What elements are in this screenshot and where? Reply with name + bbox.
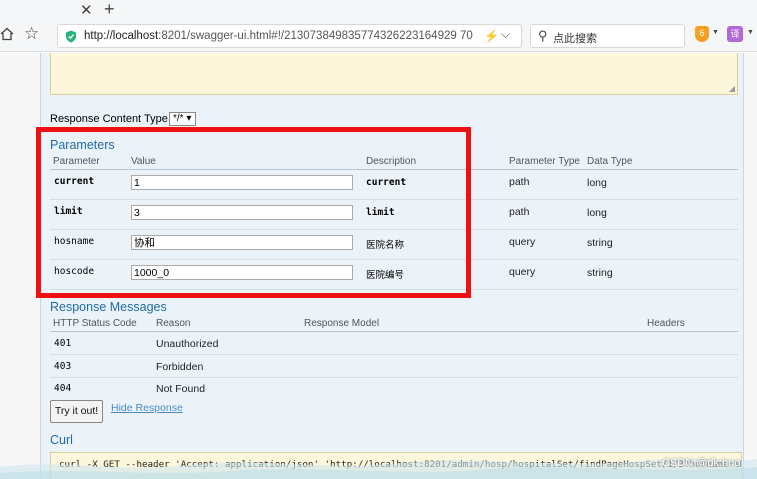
url-text: http://localhost:8201/swagger-ui.html#!/… [84,30,473,42]
divider [50,377,738,378]
url-path: :8201/swagger-ui.html#!/2130738498357743… [158,30,473,42]
divider [50,331,738,332]
chevron-down-icon[interactable]: ▼ [712,29,719,36]
close-tab-icon[interactable]: ✕ [80,1,93,19]
status-code: 401 [54,338,72,349]
param-data-type: string [587,267,613,279]
col-header-response-model: Response Model [304,318,380,329]
col-header-data-type: Data Type [587,156,633,167]
param-type: query [509,266,536,278]
response-messages-title: Response Messages [50,300,167,314]
search-icon: ⚲ [538,28,548,43]
translate-extension-icon[interactable]: 译 [727,26,743,42]
response-content-type-select[interactable]: */* ▾ [169,112,196,126]
col-header-reason: Reason [156,318,191,329]
col-header-status-code: HTTP Status Code [53,318,137,329]
page-viewport: ◢ Response Content Type */* ▾ Parameters… [0,53,757,479]
decorative-wave-overlay [0,458,757,479]
status-reason: Forbidden [156,361,204,373]
param-type: query [509,236,536,248]
param-data-type: long [587,177,607,189]
navigation-bar: ☆ http://localhost:8201/swagger-ui.html#… [0,20,757,52]
param-data-type: long [587,207,607,219]
response-body-textarea[interactable]: ◢ [50,53,738,95]
chevron-down-icon[interactable]: ⌵ [501,27,510,42]
divider [50,354,738,355]
col-header-headers: Headers [647,318,685,329]
status-reason: Unauthorized [156,338,219,350]
secure-shield-icon [66,30,76,43]
col-header-parameter-type: Parameter Type [509,156,580,167]
curl-title: Curl [50,433,73,447]
highlight-annotation-box [36,127,471,298]
status-code: 403 [54,361,72,372]
status-reason: Not Found [156,383,206,395]
chevron-down-icon[interactable]: ▼ [747,29,754,36]
try-it-out-button[interactable]: Try it out! [50,400,103,423]
resize-grip-icon[interactable]: ◢ [729,84,735,93]
param-type: path [509,176,530,188]
status-code: 404 [54,383,72,394]
select-value: */* [173,113,184,124]
param-type: path [509,206,530,218]
bookmark-star-icon[interactable]: ☆ [24,24,39,44]
hide-response-link[interactable]: Hide Response [111,402,183,414]
watermark: CSDN @dk.huo [662,457,741,469]
search-placeholder: 点此搜索 [553,33,597,45]
home-icon[interactable] [0,27,14,41]
speed-mode-icon[interactable]: ⚡ [484,29,499,43]
security-extension-icon[interactable]: 6 [695,26,709,42]
new-tab-icon[interactable]: + [104,0,115,20]
response-content-type-label: Response Content Type [50,113,168,125]
param-data-type: string [587,237,613,249]
search-box[interactable]: ⚲ 点此搜索 [530,24,685,48]
tab-strip: ✕ + [0,0,757,20]
address-bar[interactable]: http://localhost:8201/swagger-ui.html#!/… [57,24,522,48]
url-host: http://localhost [84,30,159,42]
